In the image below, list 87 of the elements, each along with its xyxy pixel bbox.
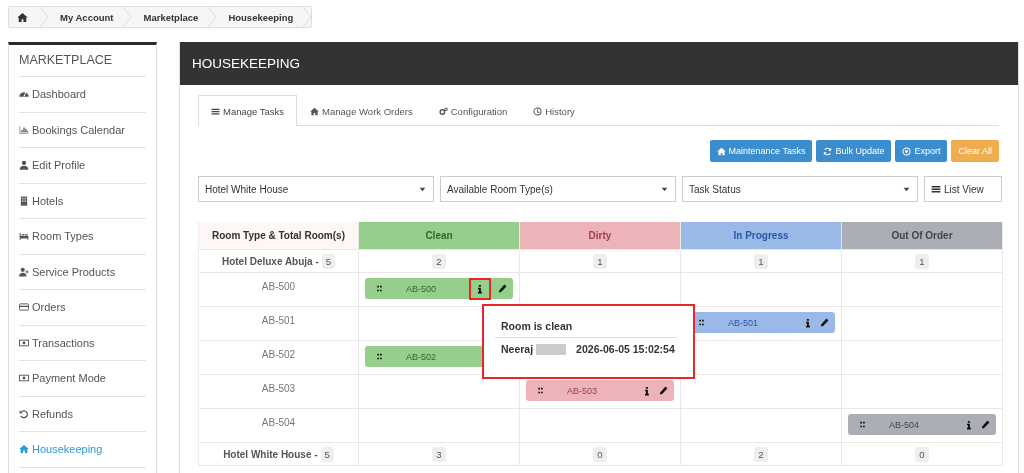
info-icon[interactable] — [964, 419, 974, 430]
list-icon — [211, 106, 220, 116]
redaction-bar — [536, 343, 567, 355]
sidebar-item[interactable]: Bookings Calendar — [19, 112, 146, 148]
column-header: Out Of Order — [842, 222, 1003, 250]
room-number: AB-501 — [261, 315, 296, 328]
sidebar-item[interactable]: Refunds — [19, 396, 146, 432]
list-icon — [931, 184, 941, 194]
room-number: AB-502 — [261, 349, 296, 362]
sidebar-title: MARKETPLACE — [19, 45, 146, 77]
drag-handle-icon[interactable] — [375, 284, 384, 293]
list-view-button[interactable]: List View — [924, 176, 1002, 202]
refresh-icon — [823, 146, 833, 156]
edit-icon[interactable] — [659, 386, 668, 395]
circle-dot-icon — [902, 146, 912, 156]
action-button[interactable]: Export — [895, 140, 948, 162]
sidebar-item[interactable]: Orders — [19, 290, 146, 326]
column-header: Dirty — [520, 222, 681, 250]
sidebar-item[interactable]: Room Types — [19, 219, 146, 255]
add-user-icon — [19, 266, 29, 277]
edit-icon[interactable] — [981, 420, 990, 429]
breadcrumb-link[interactable]: My Account — [60, 11, 114, 23]
count-badge: 2 — [754, 446, 768, 462]
home-icon — [19, 444, 29, 455]
filter-dropdown[interactable]: Available Room Type(s) — [440, 176, 676, 202]
info-icon[interactable] — [803, 317, 813, 328]
count-badge: 0 — [915, 446, 929, 462]
tab[interactable]: Manage Work Orders — [297, 95, 426, 126]
drag-handle-icon[interactable] — [536, 386, 545, 395]
info-icon[interactable] — [475, 283, 485, 294]
tab[interactable]: Manage Tasks — [198, 95, 298, 126]
sidebar-item[interactable]: Dashboard — [19, 77, 146, 113]
count-badge: 1 — [915, 253, 929, 269]
filter-dropdown[interactable]: Hotel White House — [198, 176, 434, 202]
task-card[interactable]: AB-504 — [848, 414, 996, 435]
home-link[interactable] — [17, 11, 28, 23]
room-number: AB-504 — [261, 417, 296, 430]
clock-icon — [533, 106, 543, 116]
panel-title: HOUSEKEEPING — [192, 56, 301, 71]
banknote-icon — [19, 373, 29, 384]
count-badge: 3 — [432, 446, 446, 462]
edit-icon[interactable] — [498, 284, 507, 293]
timestamp: 2026-06-05 15:02:54 — [576, 343, 675, 355]
room-number: AB-503 — [261, 383, 296, 396]
bed-icon — [19, 231, 29, 242]
breadcrumb-link[interactable]: Housekeeping — [228, 11, 294, 23]
sidebar-item[interactable]: Edit Profile — [19, 148, 146, 184]
user-icon — [19, 160, 29, 171]
undo-icon — [19, 408, 29, 419]
tab[interactable]: Configuration — [425, 95, 521, 126]
room-type-name: Hotel Deluxe Abuja - — [221, 255, 319, 267]
count-badge: 5 — [320, 446, 334, 462]
count-badge: 2 — [432, 253, 446, 269]
sidebar-item[interactable]: Payment Mode — [19, 361, 146, 397]
count-badge: 1 — [754, 253, 768, 269]
count-badge: 5 — [321, 253, 336, 269]
filter-dropdown[interactable]: Task Status — [682, 176, 918, 202]
dashboard-icon — [19, 89, 29, 100]
breadcrumb-link[interactable]: Marketplace — [143, 11, 199, 23]
sidebar-item[interactable]: Transactions — [19, 325, 146, 361]
drag-handle-icon[interactable] — [858, 420, 867, 429]
action-button[interactable]: Bulk Update — [816, 140, 892, 162]
room-number: AB-500 — [261, 281, 296, 294]
room-type-name: Hotel White House - — [223, 448, 318, 460]
drag-handle-icon[interactable] — [697, 318, 706, 327]
action-button[interactable]: Maintenance Tasks — [709, 140, 813, 162]
home-icon — [17, 11, 28, 23]
home-icon — [716, 146, 726, 156]
task-card[interactable]: AB-503 — [526, 380, 674, 401]
building-icon — [19, 195, 29, 206]
info-icon[interactable] — [642, 385, 652, 396]
tab[interactable]: History — [520, 95, 588, 126]
column-header: Clean — [359, 222, 520, 250]
card-icon — [19, 302, 29, 313]
popover-title: Room is clean — [495, 320, 677, 338]
sidebar-item[interactable]: Hotels — [19, 183, 146, 219]
home-icon — [310, 106, 320, 116]
edit-icon[interactable] — [820, 318, 829, 327]
count-badge: 1 — [593, 253, 607, 269]
column-header: In Progress — [681, 222, 842, 250]
sidebar-item[interactable]: Service Products — [19, 254, 146, 290]
column-header: Room Type & Total Room(s) — [199, 222, 359, 250]
drag-handle-icon[interactable] — [375, 352, 384, 361]
banknote-icon — [19, 337, 29, 348]
gears-icon — [438, 106, 448, 116]
task-card[interactable]: AB-500 — [365, 278, 513, 299]
count-badge: 0 — [593, 446, 607, 462]
